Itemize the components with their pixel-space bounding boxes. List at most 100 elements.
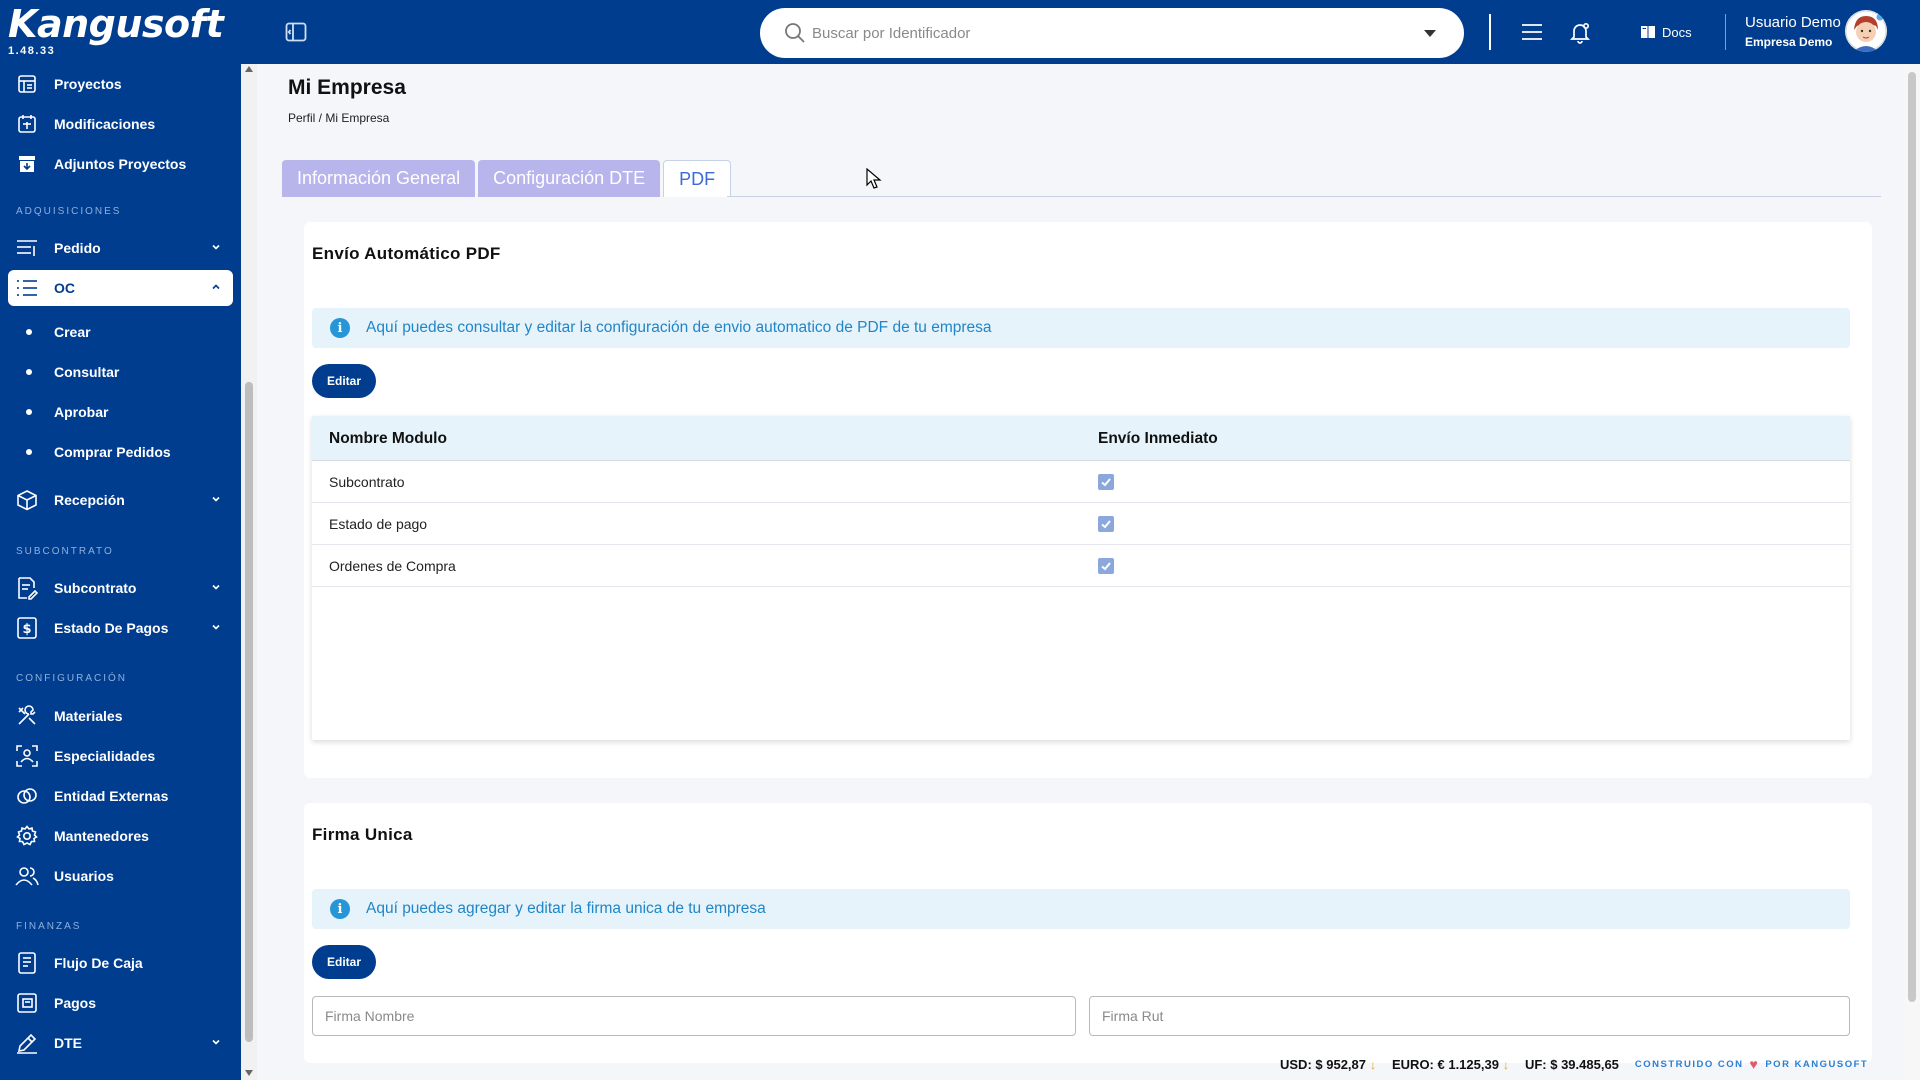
avatar[interactable] xyxy=(1845,10,1887,52)
sidebar-item-materiales[interactable]: Materiales xyxy=(8,698,233,734)
page-scrollbar[interactable] xyxy=(1904,64,1920,1080)
sidebar-scrollbar-thumb[interactable] xyxy=(245,382,253,1042)
box-icon xyxy=(14,487,40,513)
edit-pdf-button[interactable]: Editar xyxy=(312,364,377,398)
sidebar-scrollbar[interactable] xyxy=(241,64,257,1080)
search-dropdown-icon[interactable] xyxy=(1424,30,1436,37)
tab-configuracion-dte[interactable]: Configuración DTE xyxy=(478,160,661,197)
notification-bell-icon[interactable] xyxy=(1566,18,1594,46)
chevron-up-icon xyxy=(212,284,220,290)
uf-rate: UF: $ 39.485,65 xyxy=(1524,1056,1619,1072)
gear-icon xyxy=(14,823,40,849)
sidebar-item-adjuntos[interactable]: Adjuntos Proyectos xyxy=(8,146,233,182)
chevron-down-icon xyxy=(212,1039,220,1045)
check-icon xyxy=(1101,478,1111,487)
tab-pdf[interactable]: PDF xyxy=(663,160,732,197)
docs-link[interactable]: Docs xyxy=(1640,22,1692,42)
chevron-down-icon xyxy=(212,584,220,590)
tab-informacion-general[interactable]: Información General xyxy=(282,160,476,197)
sidebar-item-mantenedores[interactable]: Mantenedores xyxy=(8,818,233,854)
sidebar-item-label: Usuarios xyxy=(54,868,114,884)
immediate-checkbox[interactable] xyxy=(1098,558,1114,574)
sidebar-subitem-label: Aprobar xyxy=(54,404,109,420)
sidebar-item-pedido[interactable]: Pedido xyxy=(8,230,233,266)
search-bar[interactable] xyxy=(760,8,1464,58)
built-with[interactable]: CONSTRUIDO CON ♥ POR KANGUSOFT xyxy=(1635,1056,1868,1072)
attachments-icon xyxy=(14,151,40,177)
info-banner: i Aquí puedes consultar y editar la conf… xyxy=(312,308,1850,348)
immediate-checkbox[interactable] xyxy=(1098,474,1114,490)
cashflow-icon xyxy=(14,950,40,976)
table-row: Ordenes de Compra xyxy=(312,545,1850,587)
dollar-icon: $ xyxy=(14,615,40,641)
tools-icon xyxy=(14,703,40,729)
chevron-down-icon xyxy=(212,496,220,502)
sidebar-item-oc[interactable]: OC xyxy=(8,270,233,306)
breadcrumb[interactable]: Perfil / Mi Empresa xyxy=(288,111,389,125)
info-text: Aquí puedes consultar y editar la config… xyxy=(366,319,992,336)
search-input[interactable] xyxy=(812,21,1372,45)
scroll-up-icon[interactable] xyxy=(245,66,253,72)
signature-card: Firma Unica i Aquí puedes agregar y edit… xyxy=(304,803,1872,1063)
sidebar-subitem-label: Comprar Pedidos xyxy=(54,444,171,460)
brand-logo[interactable]: Kangusoft xyxy=(8,2,224,46)
menu-icon[interactable] xyxy=(1518,18,1546,46)
signature-rut-input[interactable] xyxy=(1090,997,1849,1035)
info-icon: i xyxy=(330,318,350,338)
column-header-module[interactable]: Nombre Modulo xyxy=(329,430,447,448)
users-icon xyxy=(14,863,40,889)
sidebar-item-subcontrato[interactable]: Subcontrato xyxy=(8,570,233,606)
sidebar-subitem-comprar-pedidos[interactable]: Comprar Pedidos xyxy=(8,437,233,467)
bullet-icon xyxy=(26,449,32,455)
module-name: Subcontrato xyxy=(329,474,405,490)
pen-icon xyxy=(14,1030,40,1056)
sidebar-item-usuarios[interactable]: Usuarios xyxy=(8,858,233,894)
sidebar-item-especialidades[interactable]: Especialidades xyxy=(8,738,233,774)
signature-name-input[interactable] xyxy=(313,997,1075,1035)
chevron-down-icon xyxy=(212,624,220,630)
sidebar-item-label: Pedido xyxy=(54,240,101,256)
sidebar-item-label: Modificaciones xyxy=(54,116,156,132)
sidebar-item-pagos[interactable]: Pagos xyxy=(8,985,233,1021)
edit-signature-button[interactable]: Editar xyxy=(312,945,377,979)
table-row: Subcontrato xyxy=(312,461,1850,503)
page-scrollbar-thumb[interactable] xyxy=(1908,72,1916,1002)
sidebar-item-label: Pagos xyxy=(54,995,97,1011)
sidebar-item-flujo-de-caja[interactable]: Flujo De Caja xyxy=(8,945,233,981)
user-info[interactable]: Usuario Demo Empresa Demo xyxy=(1745,14,1841,49)
scroll-down-icon[interactable] xyxy=(245,1070,253,1076)
docs-label: Docs xyxy=(1662,24,1692,40)
tab-underline xyxy=(727,196,1881,197)
sidebar-item-label: OC xyxy=(54,280,75,296)
book-icon xyxy=(1641,26,1655,38)
sidebar-item-proyectos[interactable]: Proyectos xyxy=(8,66,233,102)
column-header-immediate[interactable]: Envío Inmediato xyxy=(1098,430,1218,448)
top-bar: Kangusoft 1.48.33 Docs Usuario Demo Empr… xyxy=(0,0,1920,64)
sidebar-item-estado-de-pagos[interactable]: $ Estado De Pagos xyxy=(8,610,233,646)
app-version: 1.48.33 xyxy=(8,45,56,57)
sidebar-subitem-aprobar[interactable]: Aprobar xyxy=(8,397,233,427)
sidebar-subitem-consultar[interactable]: Consultar xyxy=(8,357,233,387)
sidebar-subitem-crear[interactable]: Crear xyxy=(8,317,233,347)
document-edit-icon xyxy=(14,575,40,601)
sidebar-item-entidad-externas[interactable]: Entidad Externas xyxy=(8,778,233,814)
sidebar-subitem-label: Crear xyxy=(54,324,91,340)
sidebar-item-dte[interactable]: DTE xyxy=(8,1025,233,1061)
sidebar-item-modificaciones[interactable]: Modificaciones xyxy=(8,106,233,142)
sidebar-toggle-icon[interactable] xyxy=(284,20,308,44)
signature-name-field[interactable] xyxy=(312,996,1076,1036)
list-icon xyxy=(14,235,40,261)
sidebar-item-label: Subcontrato xyxy=(54,580,137,596)
brand[interactable]: Kangusoft 1.48.33 xyxy=(0,0,257,64)
mouse-cursor-icon xyxy=(866,167,882,190)
signature-rut-field[interactable] xyxy=(1089,996,1850,1036)
section-configuracion: CONFIGURACIÓN xyxy=(16,673,127,684)
list-check-icon xyxy=(14,275,40,301)
sidebar-item-label: Proyectos xyxy=(54,76,122,92)
immediate-checkbox[interactable] xyxy=(1098,516,1114,532)
section-title: Envío Automático PDF xyxy=(312,244,501,263)
svg-text:$: $ xyxy=(22,622,31,637)
sidebar-item-recepcion[interactable]: Recepción xyxy=(8,482,233,518)
user-name: Usuario Demo xyxy=(1745,14,1841,31)
sidebar-item-label: Recepción xyxy=(54,492,125,508)
